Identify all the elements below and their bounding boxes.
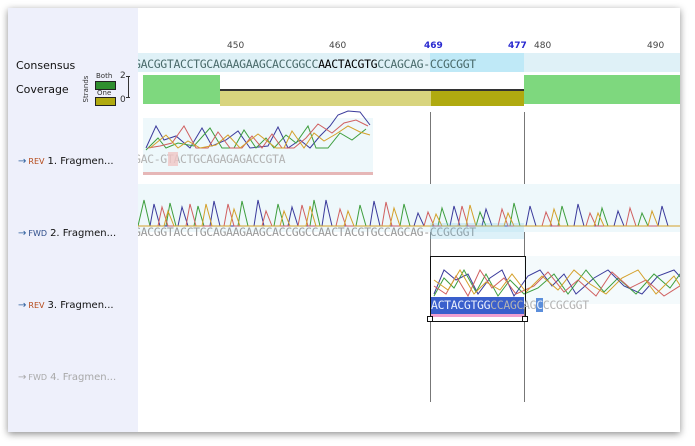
fragment-name: 2. Fragmen... bbox=[50, 228, 117, 239]
track-label-4[interactable]: →︎ FWD 4. Fragmen... bbox=[18, 372, 116, 383]
direction-badge: REV bbox=[28, 301, 45, 310]
direction-badge: FWD bbox=[28, 373, 48, 382]
legend-both-label: Both bbox=[96, 72, 113, 80]
track3-sequence[interactable]: ACTACGTGGCCAGCAGCCCGCGGT bbox=[431, 298, 589, 312]
selection-handle-right[interactable] bbox=[522, 316, 528, 322]
alignment-view[interactable]: 450 460 469 477 480 490 GACGGTACCTGCAGAA… bbox=[138, 8, 680, 432]
track-label-3[interactable]: →︎ REV 3. Fragmen... bbox=[18, 300, 114, 311]
fragment-name: 1. Fragmen... bbox=[47, 156, 114, 167]
arrow-right-icon: →︎ bbox=[18, 156, 27, 167]
track2-chromatogram bbox=[138, 199, 680, 227]
track2-sequence[interactable]: GACGGTACCTGCAGAAGAAGCACCGGCCAACTACGTGCCA… bbox=[138, 225, 476, 239]
legend-one-swatch bbox=[95, 97, 116, 106]
legend-max-label: 2 bbox=[120, 71, 126, 81]
alignment-window: Consensus Coverage Strands Both One 2 0 … bbox=[8, 8, 680, 432]
coverage-label: Coverage bbox=[16, 83, 69, 96]
strands-legend-title: Strands bbox=[82, 75, 90, 103]
consensus-label: Consensus bbox=[16, 59, 76, 72]
track-label-1[interactable]: →︎ REV 1. Fragmen... bbox=[18, 156, 114, 167]
direction-badge: FWD bbox=[28, 229, 48, 238]
legend-one-label: One bbox=[97, 89, 112, 97]
direction-badge: REV bbox=[28, 157, 45, 166]
track2-selection-overlay bbox=[430, 223, 524, 239]
track1-gap-marker bbox=[168, 152, 178, 166]
legend-min-label: 0 bbox=[120, 95, 126, 105]
arrow-right-icon: →︎ bbox=[18, 228, 27, 239]
selection-handle-left[interactable] bbox=[427, 316, 433, 322]
track1-chromatogram bbox=[145, 110, 371, 151]
fragment-name: 4. Fragmen... bbox=[50, 372, 117, 383]
track3-quality-bar bbox=[431, 314, 524, 317]
track-label-2[interactable]: →︎ FWD 2. Fragmen... bbox=[18, 228, 116, 239]
sidebar: Consensus Coverage Strands Both One 2 0 … bbox=[8, 8, 138, 432]
track1-sequence[interactable]: GAC-GTACTGCAGAGAGACCGTA bbox=[138, 152, 286, 166]
fragment-name: 3. Fragmen... bbox=[47, 300, 114, 311]
legend-scale-bar bbox=[128, 76, 129, 97]
arrow-right-icon: →︎ bbox=[18, 300, 27, 311]
chromatogram-traces bbox=[138, 110, 680, 298]
arrow-right-icon: →︎ bbox=[18, 372, 27, 383]
